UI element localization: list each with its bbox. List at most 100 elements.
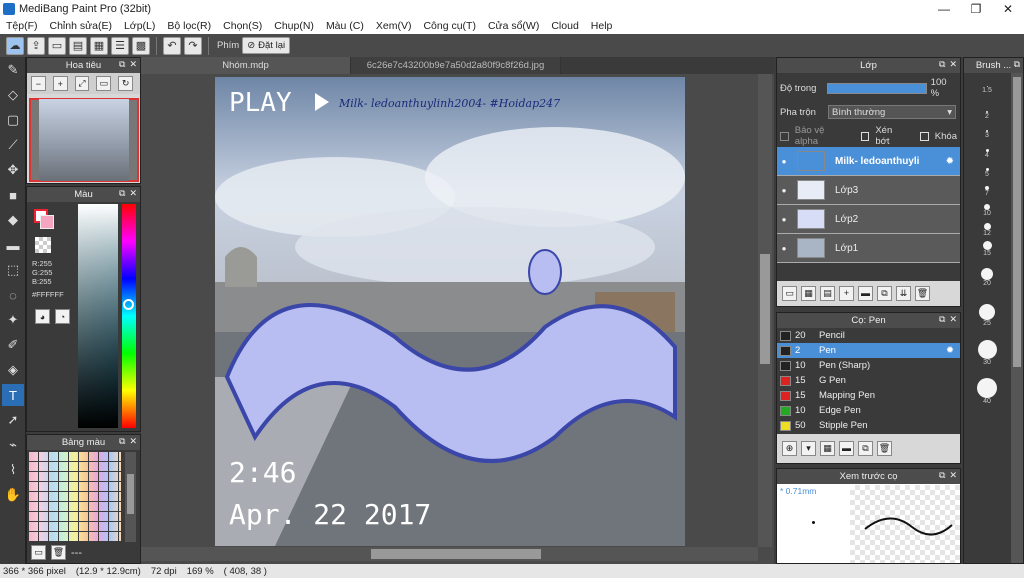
redo-icon[interactable]: ↷ [184, 36, 202, 55]
hand-tool-icon[interactable]: ✋ [2, 484, 24, 506]
close-icon[interactable]: ✕ [949, 59, 957, 70]
select-tool-icon[interactable]: ⬚ [2, 259, 24, 281]
brush-size-option[interactable]: 30 [964, 334, 1010, 372]
eye-icon[interactable]: ● [777, 157, 791, 166]
pen-tool-icon[interactable]: ✎ [2, 59, 24, 81]
brush-item[interactable]: 50 Stipple Pen [777, 418, 960, 433]
eraser-tool-icon[interactable]: ◇ [2, 84, 24, 106]
brush-size-option[interactable]: 7 [964, 182, 1010, 201]
new-halftone-layer-icon[interactable]: ▦ [801, 285, 816, 301]
popout-icon[interactable]: ⧉ [939, 314, 945, 325]
brush-item[interactable]: 15 Mapping Pen [777, 388, 960, 403]
saturation-box[interactable] [78, 204, 118, 428]
palette-grid[interactable] [29, 452, 121, 542]
new-layer-icon[interactable]: ▭ [782, 285, 797, 301]
lasso-tool-icon[interactable]: ◌ [2, 284, 24, 306]
magic-wand-tool-icon[interactable]: ✦ [2, 309, 24, 331]
brush-item[interactable]: 10 Edge Pen [777, 403, 960, 418]
text-tool-icon[interactable]: T [2, 384, 24, 406]
layer-row[interactable]: ● Lớp1 [777, 234, 960, 263]
new-1bit-layer-icon[interactable]: ▤ [820, 285, 835, 301]
menu-view[interactable]: Xem(V) [370, 20, 418, 32]
brush-size-option[interactable]: 2 [964, 106, 1010, 125]
close-button[interactable]: ✕ [992, 2, 1024, 16]
actual-size-icon[interactable]: ▭ [96, 76, 112, 91]
brush-size-option[interactable]: 5 [964, 163, 1010, 182]
opacity-slider[interactable] [826, 82, 927, 94]
layer-row[interactable]: ● Lớp3 [777, 176, 960, 205]
hue-slider[interactable] [122, 204, 136, 428]
close-icon[interactable]: ✕ [129, 188, 137, 199]
brush-size-option[interactable]: 20 [964, 258, 1010, 296]
grid-icon[interactable]: ▩ [132, 36, 150, 55]
vertical-scrollbar[interactable] [758, 74, 772, 547]
palette-scrollbar[interactable] [125, 452, 136, 542]
menu-tools[interactable]: Công cụ(T) [417, 20, 482, 32]
fill-rect-tool-icon[interactable]: ■ [2, 184, 24, 206]
close-icon[interactable]: ✕ [129, 436, 137, 447]
zoom-in-icon[interactable]: + [52, 76, 68, 91]
brush-item[interactable]: 2 Pen ✹ [777, 343, 960, 358]
delete-icon[interactable]: 🗑 [915, 285, 930, 301]
list-icon[interactable]: ☰ [111, 36, 129, 55]
comment-icon[interactable]: ▤ [69, 36, 87, 55]
brush-settings-icon[interactable]: ▦ [820, 440, 835, 456]
tab-jpg[interactable]: 6c26e7c43200b9e7a50d2a80f9c8f26d.jpg [351, 57, 561, 74]
brush-size-option[interactable]: 1.5 [964, 73, 1010, 106]
transparent-swatch[interactable] [35, 237, 51, 253]
select-eraser-tool-icon[interactable]: ◈ [2, 359, 24, 381]
menu-select[interactable]: Chọn(S) [217, 20, 268, 32]
brush-size-option[interactable]: 15 [964, 239, 1010, 258]
eye-icon[interactable]: ● [777, 215, 791, 224]
add-brush-icon[interactable]: ⊕ [782, 440, 797, 456]
menu-help[interactable]: Help [585, 20, 619, 32]
share-icon[interactable]: ⇪ [27, 36, 45, 55]
delete-palette-icon[interactable]: 🗑 [51, 545, 66, 560]
menu-snap[interactable]: Chụp(N) [268, 20, 320, 32]
select-pen-tool-icon[interactable]: ✐ [2, 334, 24, 356]
zoom-out-icon[interactable]: − [31, 76, 46, 91]
popout-icon[interactable]: ⧉ [1014, 59, 1020, 70]
undo-icon[interactable]: ↶ [163, 36, 181, 55]
brush-tool-icon[interactable]: ⌁ [2, 434, 24, 456]
brush-menu-icon[interactable]: ▾ [801, 440, 816, 456]
layer-row[interactable]: ● Lớp2 [777, 205, 960, 234]
move-tool-icon[interactable]: ✥ [2, 159, 24, 181]
brush-duplicate-icon[interactable]: ⧉ [858, 440, 873, 456]
brush-size-option[interactable]: 40 [964, 372, 1010, 410]
close-icon[interactable]: ✕ [949, 314, 957, 325]
add-layer-menu-icon[interactable]: + [839, 285, 854, 301]
close-icon[interactable]: ✕ [949, 470, 957, 481]
document-icon[interactable]: ▦ [90, 36, 108, 55]
brush-item[interactable]: 20 Pencil [777, 328, 960, 343]
lock-checkbox[interactable] [920, 131, 929, 141]
brush-size-option[interactable]: 12 [964, 220, 1010, 239]
menu-filter[interactable]: Bộ lọc(R) [161, 20, 217, 32]
brush-size-option[interactable]: 4 [964, 144, 1010, 163]
artwork-canvas[interactable]: PLAY Milk- ledoanthuylinh2004- #Hoidap24… [215, 77, 685, 546]
tab-nhom[interactable]: Nhóm.mdp [141, 57, 351, 74]
brush-size-scrollbar[interactable] [1011, 73, 1023, 563]
secondary-color-swatch[interactable] [40, 215, 54, 229]
navigator-thumbnail[interactable] [29, 98, 139, 182]
brush-folder-icon[interactable]: ▬ [839, 440, 854, 456]
menu-file[interactable]: Tệp(F) [0, 20, 44, 32]
merge-icon[interactable]: ⇊ [896, 285, 911, 301]
rotate-icon[interactable]: ↻ [118, 76, 133, 91]
reset-button[interactable]: ⊘ Đặt lại [242, 37, 291, 54]
gear-icon[interactable]: ✹ [946, 156, 960, 167]
brush-size-option[interactable]: 3 [964, 125, 1010, 144]
horizontal-scrollbar[interactable] [141, 547, 758, 561]
close-icon[interactable]: ✕ [129, 59, 137, 70]
popout-icon[interactable]: ⧉ [119, 59, 125, 70]
menu-layer[interactable]: Lớp(L) [118, 20, 161, 32]
popout-icon[interactable]: ⧉ [119, 436, 125, 447]
rectangle-tool-icon[interactable]: ▢ [2, 109, 24, 131]
clipping-checkbox[interactable] [860, 131, 870, 141]
folder-icon[interactable]: ▬ [858, 285, 873, 301]
gradient-tool-icon[interactable]: ▬ [2, 234, 24, 256]
new-palette-icon[interactable]: ▭ [31, 545, 46, 560]
popout-icon[interactable]: ⧉ [939, 59, 945, 70]
hue-handle[interactable] [123, 299, 134, 310]
brush-delete-icon[interactable]: 🗑 [877, 440, 892, 456]
